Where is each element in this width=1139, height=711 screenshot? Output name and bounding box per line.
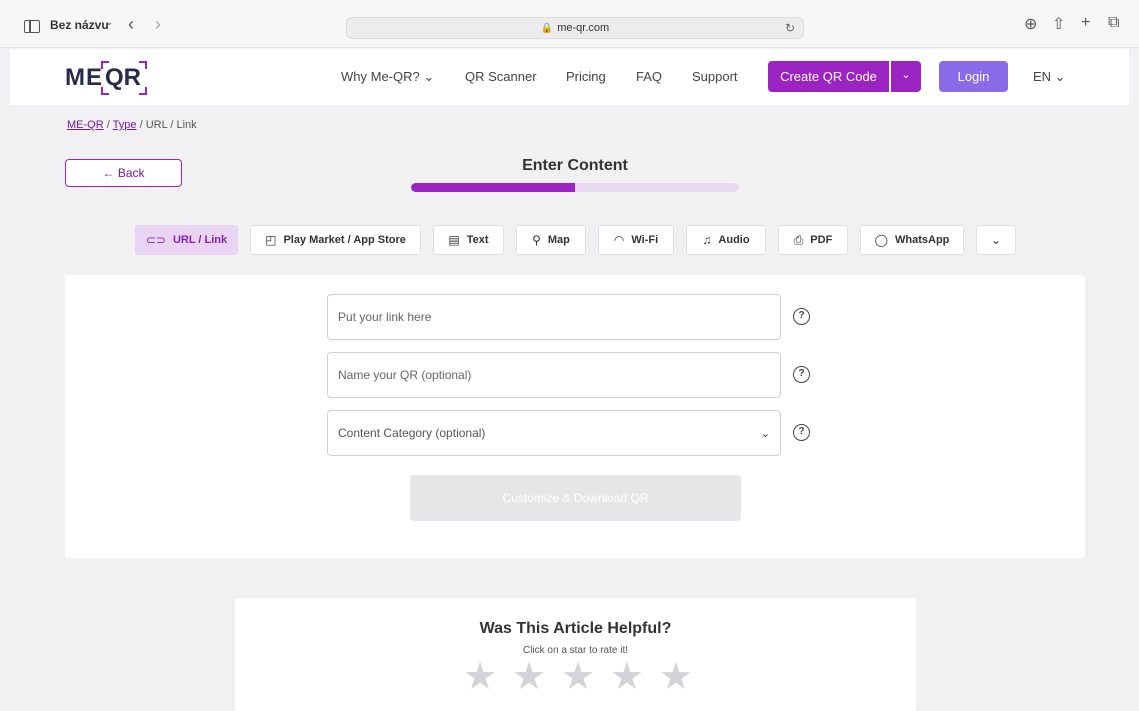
site-header: ME QR Why Me-QR? ⌄ QR Scanner Pricing FA… bbox=[10, 49, 1129, 105]
content-category-select[interactable]: Content Category (optional) ⌄ bbox=[327, 410, 781, 456]
sidebar-toggle-icon[interactable] bbox=[24, 20, 40, 33]
chevron-down-icon: ⌄ bbox=[760, 427, 770, 440]
link-icon: ⊂⊃ bbox=[145, 233, 166, 247]
breadcrumb-current: / URL / Link bbox=[139, 119, 197, 131]
tab-wi-fi[interactable]: ◠ Wi-Fi bbox=[598, 225, 674, 255]
nav-support[interactable]: Support bbox=[692, 69, 738, 84]
tab-play-market-app-store[interactable]: ◰ Play Market / App Store bbox=[250, 225, 421, 255]
back-arrow-icon[interactable]: ‹ bbox=[128, 14, 134, 35]
step-progress-fill bbox=[411, 183, 575, 192]
back-button[interactable]: ← Back bbox=[65, 159, 182, 187]
help-icon[interactable]: ? bbox=[793, 424, 810, 441]
chevron-down-icon: ⌄ bbox=[901, 69, 911, 81]
lock-icon: 🔒 bbox=[540, 23, 554, 34]
rating-title: Was This Article Helpful? bbox=[479, 620, 672, 637]
breadcrumb-home-link[interactable]: ME-QR bbox=[67, 119, 104, 131]
logo-bracket-icon bbox=[101, 87, 109, 95]
logo[interactable]: ME QR bbox=[65, 61, 155, 95]
logo-bracket-icon bbox=[101, 61, 109, 69]
new-tab-icon[interactable]: + bbox=[1081, 14, 1090, 32]
nav-why-me-qr[interactable]: Why Me-QR? ⌄ bbox=[341, 69, 434, 85]
create-qr-dropdown-button[interactable]: ⌄ bbox=[889, 61, 921, 92]
nav-faq[interactable]: FAQ bbox=[636, 69, 662, 84]
step-progress-bar bbox=[411, 183, 739, 192]
content-category-placeholder: Content Category (optional) bbox=[338, 426, 486, 440]
star-rating: ★ ★ ★ ★ ★ bbox=[463, 658, 693, 696]
qr-name-input[interactable] bbox=[327, 352, 781, 398]
tab-map[interactable]: ⚲ Map bbox=[516, 225, 586, 255]
logo-qr-text: QR bbox=[105, 64, 141, 91]
step-title: Enter Content bbox=[522, 157, 628, 174]
language-selector[interactable]: EN ⌄ bbox=[1033, 69, 1066, 85]
tab-text[interactable]: ▤ Text bbox=[433, 225, 504, 255]
rating-subtitle: Click on a star to rate it! bbox=[522, 645, 629, 656]
app-store-icon: ◰ bbox=[265, 233, 277, 247]
url-text: me-qr.com bbox=[557, 22, 610, 34]
link-input[interactable] bbox=[327, 294, 781, 340]
breadcrumb-type-link[interactable]: Type bbox=[113, 119, 137, 131]
logo-me-text: ME bbox=[65, 64, 103, 91]
tab-title[interactable]: Bez názvu bbox=[50, 18, 109, 32]
help-icon[interactable]: ? bbox=[793, 308, 810, 325]
reload-icon[interactable]: ↻ bbox=[785, 18, 795, 38]
pdf-icon: ⎙ bbox=[793, 233, 804, 247]
logo-bracket-icon bbox=[139, 87, 147, 95]
star-icon[interactable]: ★ bbox=[610, 658, 644, 696]
tab-pdf[interactable]: ⎙ PDF bbox=[778, 225, 848, 255]
customize-download-button[interactable]: Customize & Download QR bbox=[410, 475, 741, 521]
star-icon[interactable]: ★ bbox=[659, 658, 693, 696]
more-types-button[interactable]: ⌄ bbox=[976, 225, 1016, 255]
download-icon[interactable]: ⊕ bbox=[1024, 14, 1037, 34]
star-icon[interactable]: ★ bbox=[561, 658, 595, 696]
star-icon[interactable]: ★ bbox=[512, 658, 546, 696]
help-icon[interactable]: ? bbox=[793, 366, 810, 383]
breadcrumb: ME-QR / Type / URL / Link bbox=[67, 119, 197, 131]
share-icon[interactable]: ⇧ bbox=[1052, 14, 1065, 34]
nav-pricing[interactable]: Pricing bbox=[566, 69, 606, 84]
whatsapp-icon: ◯ bbox=[874, 233, 889, 247]
tab-audio[interactable]: ♫ Audio bbox=[686, 225, 766, 255]
chevron-down-icon[interactable]: ⌄ bbox=[105, 17, 113, 28]
create-qr-code-button[interactable]: Create QR Code bbox=[768, 61, 889, 92]
tab-url-link[interactable]: ⊂⊃ URL / Link bbox=[135, 225, 238, 255]
logo-bracket-icon bbox=[139, 61, 147, 69]
tab-whatsapp[interactable]: ◯ WhatsApp bbox=[860, 225, 964, 255]
star-icon[interactable]: ★ bbox=[463, 658, 497, 696]
forward-arrow-icon[interactable]: › bbox=[155, 14, 161, 35]
address-bar[interactable]: 🔒 me-qr.com ↻ bbox=[346, 17, 804, 39]
chevron-down-icon: ⌄ bbox=[990, 233, 1002, 247]
nav-qr-scanner[interactable]: QR Scanner bbox=[465, 69, 537, 84]
browser-toolbar: Bez názvu ⌄ ‹ › 🔒 me-qr.com ↻ ⊕ ⇧ + ⧉ bbox=[0, 0, 1139, 48]
login-button[interactable]: Login bbox=[939, 61, 1008, 92]
music-note-icon: ♫ bbox=[702, 233, 712, 247]
map-pin-icon: ⚲ bbox=[532, 233, 541, 247]
tabs-overview-icon[interactable]: ⧉ bbox=[1108, 14, 1119, 32]
rating-card: Was This Article Helpful? Click on a sta… bbox=[235, 598, 916, 711]
wifi-icon: ◠ bbox=[613, 233, 625, 247]
text-icon: ▤ bbox=[448, 233, 460, 247]
